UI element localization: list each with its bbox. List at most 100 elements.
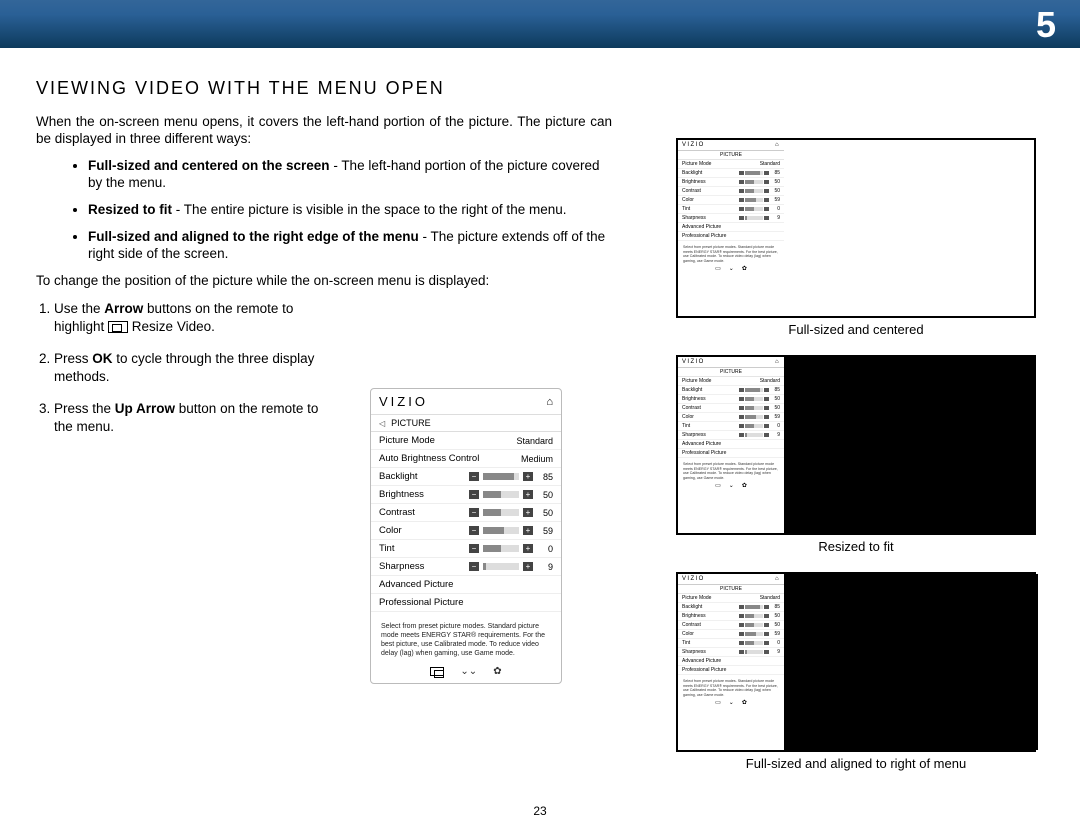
osd-brand: VIZIO <box>379 394 428 409</box>
osd-row-value: Standard <box>516 436 553 446</box>
osd-row: Picture ModeStandard <box>678 160 784 169</box>
minus-button[interactable]: − <box>469 526 479 535</box>
minus-button[interactable]: − <box>469 490 479 499</box>
chapter-band: 5 <box>0 0 1080 48</box>
osd-row: Picture ModeStandard <box>678 377 784 386</box>
osd-rows: Picture Mode Standard Auto Brightness Cont… <box>371 432 561 612</box>
chevron-down-icon[interactable]: ⌄⌄ <box>460 666 477 677</box>
gear-icon: ✿ <box>742 265 747 272</box>
bullet-term: Full-sized and aligned to the right edge… <box>88 229 419 244</box>
osd-row-label: Color <box>379 525 402 536</box>
chevron-down-icon: ⌄ <box>729 699 734 706</box>
list-item: Full-sized and centered on the screen - … <box>88 157 612 191</box>
slider-value: 9 <box>537 562 553 572</box>
osd-row[interactable]: Advanced Picture <box>371 576 561 594</box>
home-icon[interactable]: ⌂ <box>546 396 553 408</box>
gear-icon[interactable]: ✿ <box>493 666 501 677</box>
slider[interactable]: − +0 <box>469 544 553 554</box>
osd-row-label: Contrast <box>379 507 415 518</box>
osd-row[interactable]: Tint − +0 <box>371 540 561 558</box>
osd-row[interactable]: Backlight−+85 <box>371 468 561 486</box>
osd-help-text: Select from preset picture modes. Standa… <box>678 675 784 698</box>
manual-page: 5 VIEWING VIDEO WITH THE MENU OPEN When … <box>0 0 1080 834</box>
back-icon[interactable]: ◁ <box>379 419 385 428</box>
osd-help-text: Select from preset picture modes. Standa… <box>678 458 784 481</box>
osd-row-label: Professional Picture <box>379 597 463 608</box>
osd-row: Color59 <box>678 196 784 205</box>
osd-row: Color59 <box>678 413 784 422</box>
osd-row-label: Brightness <box>379 489 424 500</box>
osd-footer-icons: ⌄⌄ ✿ <box>371 662 561 683</box>
slider-value: 85 <box>537 472 553 482</box>
video-area <box>784 574 1038 750</box>
osd-row: Contrast50 <box>678 621 784 630</box>
list-item: Full-sized and aligned to the right edge… <box>88 228 612 262</box>
osd-row: Brightness50 <box>678 612 784 621</box>
plus-button[interactable]: + <box>523 562 533 571</box>
thumbnail: VIZIO⌂PICTUREPicture ModeStandardBacklig… <box>666 572 1046 771</box>
osd-section-title: PICTURE <box>678 151 784 160</box>
osd-row: Contrast50 <box>678 187 784 196</box>
osd-row[interactable]: Picture Mode Standard <box>371 432 561 450</box>
osd-row: Professional Picture <box>678 449 784 458</box>
plus-button[interactable]: + <box>523 490 533 499</box>
osd-menu-large: VIZIO ⌂ ◁ PICTURE Picture ModeStandardAu… <box>370 388 562 684</box>
osd-row: Color59 <box>678 630 784 639</box>
gear-icon: ✿ <box>742 482 747 489</box>
slider-value: 50 <box>537 490 553 500</box>
osd-row[interactable]: Contrast − +50 <box>371 504 561 522</box>
osd-row[interactable]: Color − +59 <box>371 522 561 540</box>
osd-help-text: Select from preset picture modes. Standa… <box>371 612 561 662</box>
plus-button[interactable]: + <box>523 472 533 481</box>
osd-row-label: Picture Mode <box>379 435 435 446</box>
slider[interactable]: − +59 <box>469 526 553 536</box>
resize-video-icon: ▭ <box>715 699 721 706</box>
osd-row: Tint0 <box>678 205 784 214</box>
osd-row[interactable]: Brightness − +50 <box>371 486 561 504</box>
intro-paragraph: When the on-screen menu opens, it covers… <box>36 113 612 147</box>
minus-button[interactable]: − <box>469 544 479 553</box>
slider[interactable]: − +9 <box>469 562 553 572</box>
step-item: Press the Up Arrow button on the remote … <box>54 400 326 436</box>
video-area <box>784 357 1034 533</box>
resize-video-icon <box>108 321 128 333</box>
osd-row: Backlight85 <box>678 169 784 178</box>
slider[interactable]: − +50 <box>469 508 553 518</box>
slider-value: 0 <box>537 544 553 554</box>
osd-row-label: Tint <box>379 543 394 554</box>
thumbnail-caption: Full-sized and aligned to right of menu <box>666 756 1046 771</box>
thumbnail: VIZIO⌂PICTUREPicture ModeStandardBacklig… <box>666 138 1046 337</box>
slider[interactable]: − +85 <box>469 472 553 482</box>
list-item: Resized to fit - The entire picture is v… <box>88 201 612 218</box>
gear-icon: ✿ <box>742 699 747 706</box>
step-item: Use the Arrow buttons on the remote to h… <box>54 300 326 336</box>
slider[interactable]: − +50 <box>469 490 553 500</box>
content-area: VIEWING VIDEO WITH THE MENU OPEN When th… <box>36 78 1044 822</box>
minus-button[interactable]: − <box>469 472 479 481</box>
slider-value: 59 <box>537 526 553 536</box>
osd-row: Contrast50 <box>678 404 784 413</box>
bullet-term: Resized to fit <box>88 202 172 217</box>
slider-value: 50 <box>537 508 553 518</box>
osd-row: Professional Picture <box>678 232 784 241</box>
osd-row: Sharpness9 <box>678 648 784 657</box>
osd-brand: VIZIO <box>682 142 705 148</box>
resize-video-icon[interactable] <box>430 666 444 677</box>
osd-row: Sharpness9 <box>678 431 784 440</box>
thumbnail: VIZIO⌂PICTUREPicture ModeStandardBacklig… <box>666 355 1046 554</box>
minus-button[interactable]: − <box>469 562 479 571</box>
osd-section-title: PICTURE <box>678 585 784 594</box>
osd-row: Tint0 <box>678 639 784 648</box>
osd-row[interactable]: Professional Picture <box>371 594 561 612</box>
minus-button[interactable]: − <box>469 508 479 517</box>
instruction-steps: Use the Arrow buttons on the remote to h… <box>36 300 326 436</box>
osd-menu-mini: VIZIO⌂PICTUREPicture ModeStandardBacklig… <box>678 574 784 750</box>
thumbnail-caption: Full-sized and centered <box>666 322 1046 337</box>
osd-row[interactable]: Auto Brightness ControlMedium <box>371 450 561 468</box>
plus-button[interactable]: + <box>523 526 533 535</box>
osd-row[interactable]: Sharpness−+9 <box>371 558 561 576</box>
osd-row-label: Advanced Picture <box>379 579 453 590</box>
plus-button[interactable]: + <box>523 544 533 553</box>
plus-button[interactable]: + <box>523 508 533 517</box>
instruction-lead: To change the position of the picture wh… <box>36 272 612 290</box>
